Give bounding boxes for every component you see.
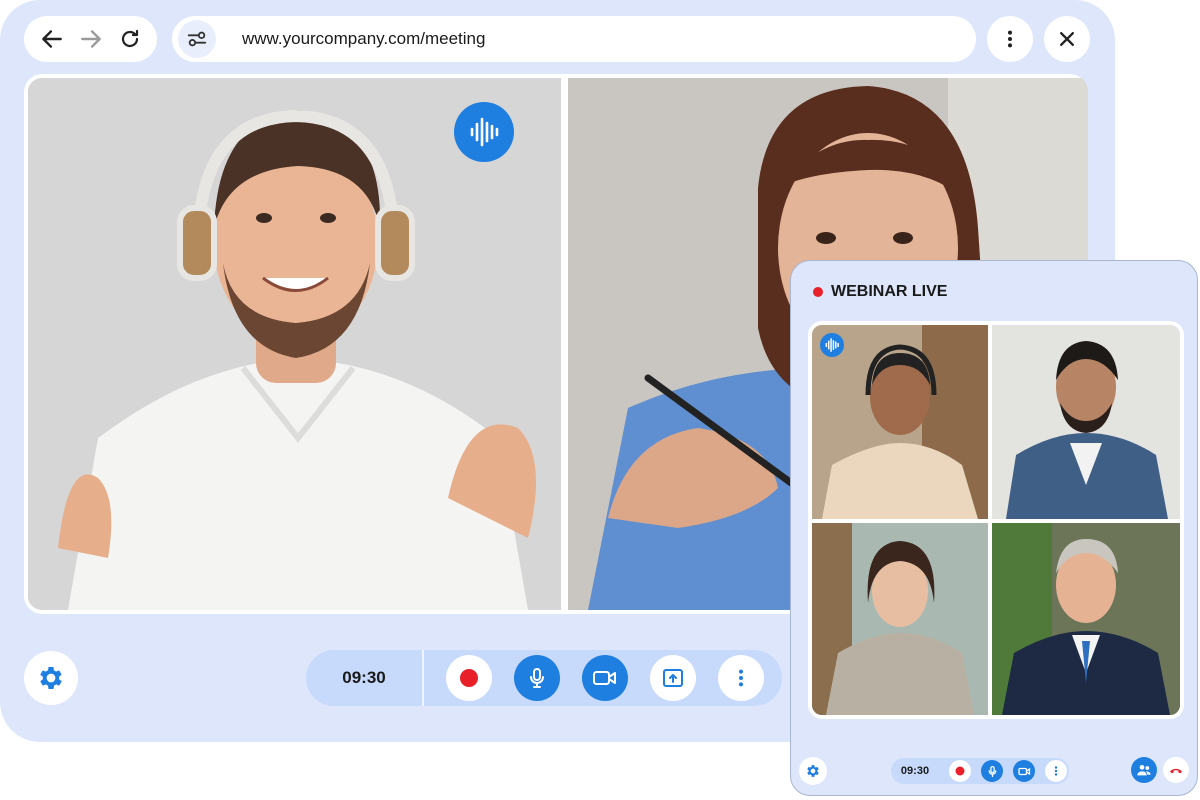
record-icon xyxy=(460,669,478,687)
sliders-icon xyxy=(187,31,207,47)
webinar-microphone-button[interactable] xyxy=(981,760,1003,782)
close-window-button[interactable] xyxy=(1044,16,1090,62)
more-vertical-icon xyxy=(1007,30,1013,48)
microphone-icon xyxy=(988,765,996,777)
more-vertical-icon xyxy=(738,669,744,687)
hang-up-icon xyxy=(1170,768,1182,774)
people-icon xyxy=(1137,765,1151,776)
webinar-title: WEBINAR LIVE xyxy=(831,283,948,300)
gear-icon xyxy=(807,765,819,777)
webinar-camera-button[interactable] xyxy=(1013,760,1035,782)
more-vertical-icon xyxy=(1054,766,1058,776)
webinar-control-bar: 09:30 xyxy=(891,758,1069,784)
settings-button[interactable] xyxy=(24,651,78,705)
share-screen-button[interactable] xyxy=(650,655,696,701)
webinar-participant-4[interactable] xyxy=(992,523,1180,715)
participant-photo xyxy=(812,523,988,715)
microphone-button[interactable] xyxy=(514,655,560,701)
more-options-button[interactable] xyxy=(718,655,764,701)
webinar-video-grid xyxy=(808,321,1184,719)
browser-menu-button[interactable] xyxy=(987,16,1033,62)
end-call-button[interactable] xyxy=(1163,757,1189,783)
participant-photo xyxy=(992,325,1180,519)
webinar-participant-2[interactable] xyxy=(992,325,1180,519)
browser-nav-controls xyxy=(24,16,157,62)
live-indicator-dot xyxy=(813,287,823,297)
back-button[interactable] xyxy=(39,26,65,52)
webinar-record-button[interactable] xyxy=(949,760,971,782)
webinar-participant-3[interactable] xyxy=(812,523,988,715)
meeting-control-bar: 09:30 xyxy=(306,650,782,706)
refresh-icon xyxy=(122,29,139,48)
site-settings-button[interactable] xyxy=(178,20,216,58)
webinar-settings-button[interactable] xyxy=(799,757,827,785)
share-screen-icon xyxy=(663,669,683,687)
camera-button[interactable] xyxy=(582,655,628,701)
reload-button[interactable] xyxy=(118,27,142,51)
close-icon xyxy=(1060,31,1074,46)
record-button[interactable] xyxy=(446,655,492,701)
record-icon xyxy=(955,766,965,776)
webinar-call-timer: 09:30 xyxy=(900,765,930,777)
address-bar[interactable]: www.yourcompany.com/meeting xyxy=(172,16,976,62)
webinar-window: WEBINAR LIVE 09:30 xyxy=(790,260,1198,796)
arrow-right-icon xyxy=(81,30,102,48)
arrow-left-icon xyxy=(41,30,62,48)
participant-photo xyxy=(992,523,1180,715)
audio-wave-icon xyxy=(825,338,839,352)
video-camera-icon xyxy=(1017,767,1030,775)
video-camera-icon xyxy=(593,671,616,685)
gear-icon xyxy=(40,667,62,689)
microphone-icon xyxy=(530,668,544,688)
webinar-active-speaker-indicator xyxy=(820,333,844,357)
active-speaker-indicator xyxy=(454,102,514,162)
call-timer: 09:30 xyxy=(306,650,424,706)
url-text[interactable]: www.yourcompany.com/meeting xyxy=(242,29,485,49)
participants-button[interactable] xyxy=(1131,757,1157,783)
audio-wave-icon xyxy=(470,117,499,147)
webinar-more-options-button[interactable] xyxy=(1045,760,1067,782)
forward-button[interactable] xyxy=(78,26,104,52)
